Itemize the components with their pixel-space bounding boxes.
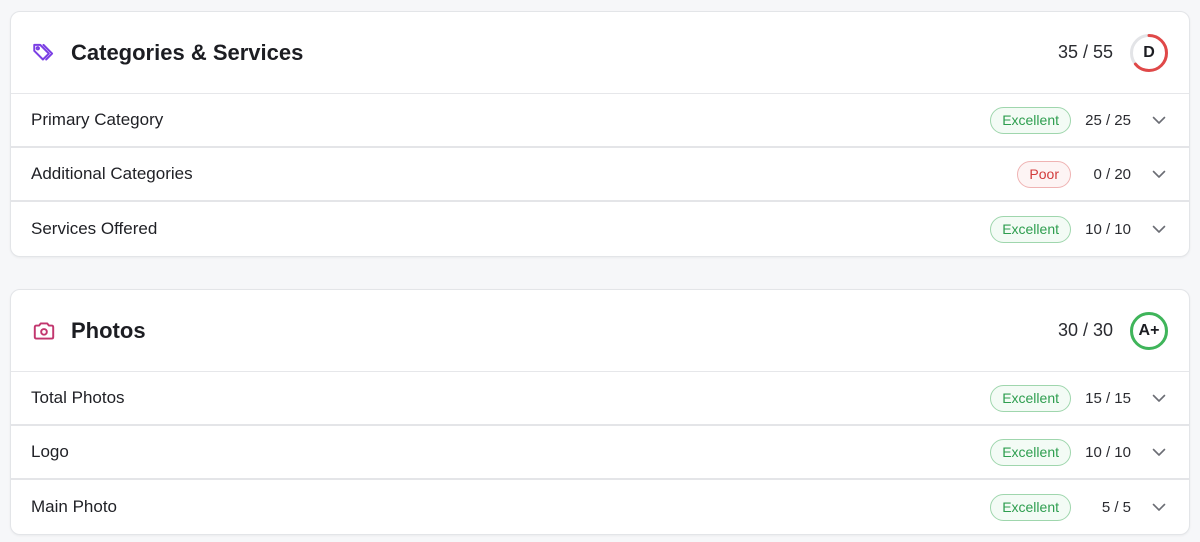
row-score: 10 / 10: [1085, 443, 1131, 461]
list-item-total-photos[interactable]: Total Photos Excellent 15 / 15: [11, 372, 1189, 426]
list-item-additional-categories[interactable]: Additional Categories Poor 0 / 20: [11, 148, 1189, 202]
row-score: 10 / 10: [1085, 220, 1131, 238]
grade-ring: D: [1129, 33, 1169, 73]
section-score: 35 / 55: [1057, 42, 1113, 62]
section-categories-services: Categories & Services 35 / 55 D Primary …: [10, 11, 1190, 257]
section-header: Categories & Services 35 / 55 D: [11, 12, 1189, 94]
section-title: Photos: [71, 317, 146, 343]
chevron-down-icon[interactable]: [1149, 219, 1169, 239]
status-badge: Excellent: [990, 384, 1071, 412]
row-label: Total Photos: [31, 388, 125, 407]
list-item-services-offered[interactable]: Services Offered Excellent 10 / 10: [11, 202, 1189, 256]
grade-letter: A+: [1138, 321, 1160, 339]
row-score: 15 / 15: [1085, 389, 1131, 407]
chevron-down-icon[interactable]: [1149, 164, 1169, 184]
list-item-main-photo[interactable]: Main Photo Excellent 5 / 5: [11, 480, 1189, 534]
chevron-down-icon[interactable]: [1149, 110, 1169, 130]
row-score: 0 / 20: [1093, 165, 1131, 183]
row-label: Services Offered: [31, 219, 158, 238]
section-photos: Photos 30 / 30 A+ Total Photos Excellent…: [10, 289, 1190, 535]
section-score: 30 / 30: [1057, 320, 1113, 340]
row-label: Logo: [31, 442, 69, 461]
row-label: Additional Categories: [31, 164, 193, 183]
status-badge: Excellent: [990, 215, 1071, 243]
status-badge: Poor: [1017, 160, 1071, 188]
tag-icon: [31, 40, 57, 66]
row-label: Main Photo: [31, 497, 117, 516]
chevron-down-icon[interactable]: [1149, 497, 1169, 517]
list-item-primary-category[interactable]: Primary Category Excellent 25 / 25: [11, 94, 1189, 148]
list-item-logo[interactable]: Logo Excellent 10 / 10: [11, 426, 1189, 480]
status-badge: Excellent: [990, 438, 1071, 466]
section-header: Photos 30 / 30 A+: [11, 290, 1189, 372]
camera-icon: [31, 318, 57, 344]
grade-letter: D: [1143, 43, 1155, 61]
grade-ring: A+: [1129, 311, 1169, 351]
row-score: 5 / 5: [1101, 498, 1131, 516]
chevron-down-icon[interactable]: [1149, 388, 1169, 408]
section-title: Categories & Services: [71, 39, 304, 65]
status-badge: Excellent: [990, 106, 1071, 134]
row-label: Primary Category: [31, 110, 164, 129]
chevron-down-icon[interactable]: [1149, 442, 1169, 462]
status-badge: Excellent: [990, 493, 1071, 521]
row-score: 25 / 25: [1085, 111, 1131, 129]
